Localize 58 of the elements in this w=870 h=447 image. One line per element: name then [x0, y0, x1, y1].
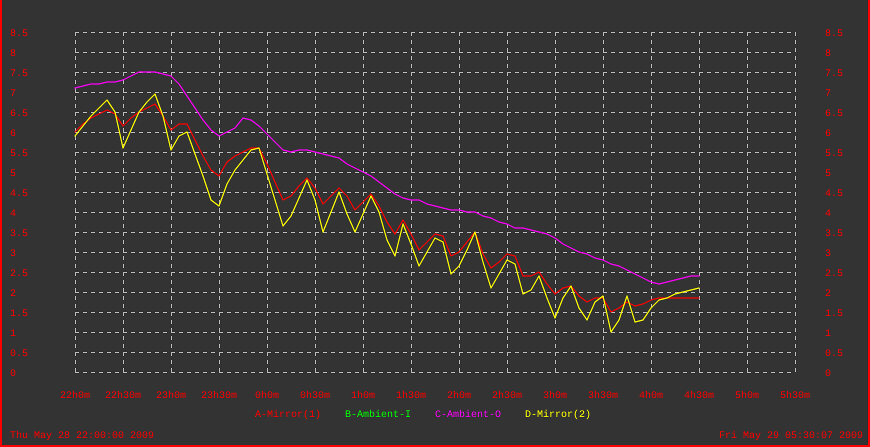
x-axis-label: 22h0m	[60, 391, 90, 402]
y-axis-label: 7.5	[10, 69, 28, 80]
y-axis-label: 1.5	[825, 309, 844, 320]
x-axis-label: 0h0m	[255, 391, 279, 402]
y-axis-label: 4.5	[10, 189, 28, 200]
x-axis-label: 5h30m	[780, 391, 810, 402]
y-axis-label: 4.5	[825, 189, 844, 200]
legend-label: B-Ambient-I	[345, 410, 412, 421]
y-axis-label: 2	[10, 289, 16, 300]
x-axis-label: 4h0m	[639, 391, 663, 402]
x-axis-label: 0h30m	[300, 391, 330, 402]
y-axis-label: 2.5	[10, 269, 28, 280]
y-axis-label: 0.5	[825, 349, 844, 360]
end-time: Fri May 29 05:30:07 2009	[718, 431, 863, 442]
y-axis-label: 7	[10, 89, 16, 100]
y-axis-label: 1	[10, 329, 16, 340]
y-axis-label: 2.5	[825, 269, 844, 280]
y-axis-label: 1.5	[10, 309, 28, 320]
x-axis-label: 3h30m	[588, 391, 618, 402]
y-axis-label: 8	[825, 49, 832, 60]
x-axis-label: 5h0m	[735, 391, 759, 402]
x-axis-label: 1h0m	[351, 391, 375, 402]
y-axis-label: 5	[825, 169, 832, 180]
x-axis-label: 22h30m	[105, 391, 141, 402]
y-axis-label: 6	[825, 129, 832, 140]
y-axis-label: 5	[10, 169, 16, 180]
y-axis-label: 0.5	[10, 349, 28, 360]
x-axis-label: 3h0m	[543, 391, 567, 402]
start-time: Thu May 28 22:00:00 2009	[10, 431, 154, 442]
y-axis-label: 7.5	[825, 69, 844, 80]
y-axis-label: 5.5	[825, 149, 844, 160]
y-axis-label: 8.5	[825, 29, 844, 40]
y-axis-label: 1	[825, 329, 832, 340]
y-axis-label: 0	[825, 369, 832, 380]
y-axis-label: 5.5	[10, 149, 28, 160]
x-axis-label: 23h30m	[201, 391, 237, 402]
legend-label: C-Ambient-O	[435, 410, 502, 421]
y-axis-label: 6	[10, 129, 16, 140]
y-axis-label: 3	[825, 249, 832, 260]
y-axis-label: 8.5	[10, 29, 28, 40]
x-axis-label: 4h30m	[684, 391, 714, 402]
y-axis-label: 0	[10, 369, 16, 380]
y-axis-label: 2	[825, 289, 832, 300]
y-axis-label: 7	[825, 89, 832, 100]
x-axis-label: 23h0m	[156, 391, 186, 402]
y-axis-label: 3.5	[10, 229, 28, 240]
y-axis-label: 4	[10, 209, 16, 220]
x-axis-label: 2h0m	[447, 391, 471, 402]
y-axis-label: 4	[825, 209, 832, 220]
y-axis-label: 3.5	[825, 229, 844, 240]
y-axis-label: 6.5	[10, 109, 28, 120]
legend-label: A-Mirror(1)	[255, 410, 322, 421]
legend-label: D-Mirror(2)	[525, 410, 592, 421]
x-axis-label: 2h30m	[492, 391, 522, 402]
y-axis-label: 8	[10, 49, 16, 60]
y-axis-label: 6.5	[825, 109, 844, 120]
y-axis-label: 3	[10, 249, 16, 260]
x-axis-label: 1h30m	[396, 391, 426, 402]
